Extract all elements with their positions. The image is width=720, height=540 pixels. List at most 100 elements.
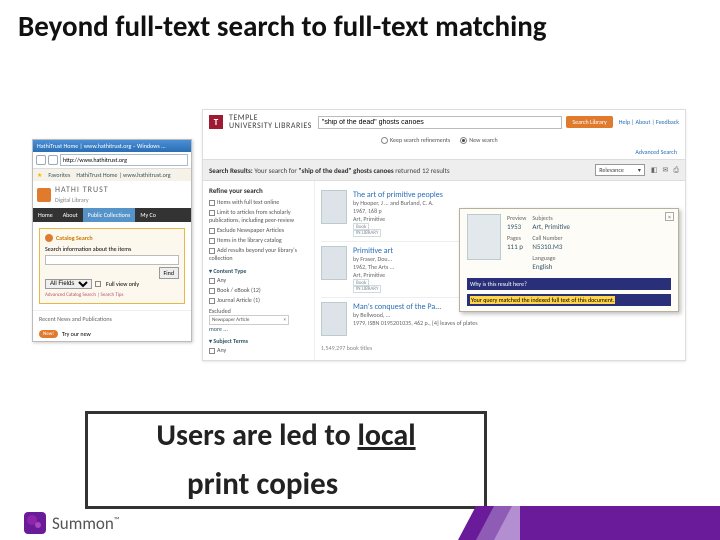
ck-ct-book[interactable] <box>209 288 215 294</box>
preview-thumbnail <box>467 214 501 260</box>
catalog-options-row: All Fields Full view only <box>45 279 179 289</box>
ck-in-catalog[interactable] <box>209 238 215 244</box>
lbl-ct-book: Book / eBook (12) <box>217 286 261 294</box>
content-type-facet[interactable]: ▾ Content Type <box>209 267 308 275</box>
lbl-in-catalog: Items in the library catalog <box>217 236 282 244</box>
tab-public-collections[interactable]: Public Collections <box>83 208 136 222</box>
book-thumbnail <box>321 190 347 224</box>
slide-title: Beyond full-text search to full-text mat… <box>0 0 720 43</box>
ck-ct-journal[interactable] <box>209 298 215 304</box>
ck-beyond[interactable] <box>209 248 215 254</box>
subjects-value: Art, Primitive <box>532 222 570 231</box>
hathi-tabs: Home About Public Collections My Co <box>33 208 191 222</box>
why-header: Why is this result here? <box>467 278 671 290</box>
screenshot-stage: HathiTrust Home | www.hathitrust.org – W… <box>32 109 686 409</box>
refine-header: Refine your search <box>209 186 308 195</box>
subject-terms-facet[interactable]: ▾ Subject Terms <box>209 337 308 345</box>
refine-panel: Refine your search Items with full text … <box>203 181 315 360</box>
ck-ct-any[interactable] <box>209 278 215 284</box>
tab-about[interactable]: About <box>58 208 83 222</box>
ck-exclude-news[interactable] <box>209 228 215 234</box>
catalog-links[interactable]: Advanced Catalog Search | Search Tips <box>45 292 179 298</box>
find-button[interactable]: Find <box>159 267 179 279</box>
try-new-text: Try our new <box>62 330 91 338</box>
temple-header: T TEMPLEUNIVERSITY LIBRARIES Search Libr… <box>203 110 685 134</box>
callout-text: Users are led to local <box>88 414 484 454</box>
radio-keep[interactable] <box>381 137 388 144</box>
lbl-exclude-news: Exclude Newspaper Articles <box>217 226 284 234</box>
ck-fulltext[interactable] <box>209 200 215 206</box>
tag-inlibrary: IN LIBRARY <box>353 285 381 293</box>
catalog-hint: Search information about the items <box>45 245 179 253</box>
search-button[interactable]: Search Library <box>566 116 612 128</box>
window-titlebar: HathiTrust Home | www.hathitrust.org – W… <box>33 140 191 152</box>
result-tools: ◧ ✉ ⎙ <box>651 165 679 175</box>
advanced-search-link[interactable]: Advanced Search <box>203 148 685 159</box>
star-icon: ★ <box>37 171 42 179</box>
excluded-header: Excluded <box>209 307 308 315</box>
sort-dropdown[interactable]: Relevance <box>595 164 645 176</box>
catalog-icon <box>45 234 53 242</box>
hathi-browser-window: HathiTrust Home | www.hathitrust.org – W… <box>32 139 192 342</box>
result-year: 1979, ISBN 0195201035, 462 p., [4] leave… <box>353 320 478 328</box>
language-label: Language <box>532 254 570 262</box>
language-value: English <box>532 262 570 271</box>
preview-year: 1953 <box>507 222 526 231</box>
summon-brand: Summon™ <box>0 506 119 540</box>
browser-nav-row: http://www.hathitrust.org <box>33 152 191 169</box>
search-input[interactable] <box>318 116 562 129</box>
fullview-checkbox[interactable] <box>95 281 101 287</box>
catalog-header: Catalog Search <box>45 234 179 242</box>
result-meta: The art of primitive peoples by Hooper, … <box>353 190 443 237</box>
rss-icon[interactable]: ◧ <box>651 165 658 175</box>
ck-scholarly[interactable] <box>209 210 215 216</box>
close-icon[interactable]: × <box>665 212 674 221</box>
hathi-elephant-icon <box>37 188 51 202</box>
catalog-search-input[interactable] <box>45 255 179 265</box>
favorites-bar: ★ Favorites HathiTrust Home | www.hathit… <box>33 169 191 181</box>
back-icon[interactable] <box>36 155 46 165</box>
book-thumbnail <box>321 302 347 336</box>
preview-label: Preview <box>507 214 526 222</box>
help-links[interactable]: Help | About | Feedback <box>619 118 679 126</box>
lbl-s-any: Any <box>217 346 226 354</box>
url-bar[interactable]: http://www.hathitrust.org <box>60 154 188 166</box>
more-link[interactable]: more ... <box>209 325 308 333</box>
lbl-ct-journal: Journal Article (1) <box>217 296 260 304</box>
field-select[interactable]: All Fields <box>45 279 92 289</box>
footer-wedge <box>458 506 720 540</box>
callnumber-label: Call Number <box>532 234 570 242</box>
results-summary-bar: Search Results: Your search for "ship of… <box>203 159 685 181</box>
ck-s-any[interactable] <box>209 348 215 354</box>
lbl-beyond: Add results beyond your library's collec… <box>209 246 297 262</box>
radio-new-label: New search <box>469 136 497 144</box>
lbl-fulltext: Items with full text online <box>217 198 279 206</box>
print-icon[interactable]: ⎙ <box>673 165 679 175</box>
favorites-label: Favorites <box>48 171 70 179</box>
catalog-header-text: Catalog Search <box>56 234 93 242</box>
search-mode-radios: Keep search refinements New search <box>203 134 685 148</box>
summon-wordmark: Summon™ <box>52 513 119 534</box>
stats-row: 1,549,297 book titles <box>321 342 679 352</box>
preview-popover: × Preview 1953 Pages 111 p Subjects Art,… <box>459 208 679 312</box>
try-new-row: New! Try our new <box>33 327 191 341</box>
subjects-label: Subjects <box>532 214 570 222</box>
tab-home[interactable]: Home <box>33 208 58 222</box>
search-row: Search Library <box>318 116 613 129</box>
tag-inlibrary: IN LIBRARY <box>353 229 381 237</box>
favorites-item[interactable]: HathiTrust Home | www.hathitrust.org <box>76 171 170 179</box>
pages-label: Pages <box>507 234 526 242</box>
why-match-text: Your query matched the indexed full text… <box>467 294 671 306</box>
radio-new[interactable] <box>460 137 467 144</box>
slide-footer: Summon™ <box>0 506 720 540</box>
recent-news-heading: Recent News and Publications <box>33 310 191 327</box>
temple-results-window: T TEMPLEUNIVERSITY LIBRARIES Search Libr… <box>202 109 686 361</box>
new-badge: New! <box>39 330 58 338</box>
tab-my-collections[interactable]: My Co <box>135 208 161 222</box>
remove-chip-icon[interactable]: × <box>284 317 287 323</box>
excluded-chip[interactable]: Newspaper Article× <box>209 315 289 325</box>
mail-icon[interactable]: ✉ <box>663 165 669 175</box>
callnumber-value: N5310.M3 <box>532 242 570 251</box>
forward-icon[interactable] <box>48 155 58 165</box>
catalog-controls-row: Find <box>45 267 179 279</box>
